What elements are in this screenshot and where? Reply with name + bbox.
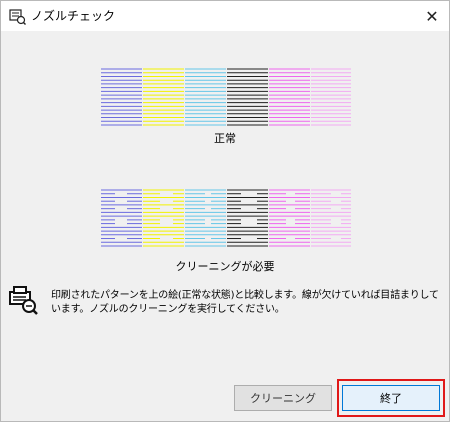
cleaning-button[interactable]: クリーニング — [234, 385, 332, 411]
instruction-text: 印刷されたパターンを上の絵(正常な状態)と比較します。線が欠けていれば目詰まりし… — [51, 290, 439, 315]
color-block-5 — [269, 68, 310, 126]
normal-caption: 正常 — [214, 132, 236, 145]
color-block-4 — [227, 189, 268, 247]
normal-pattern — [101, 68, 351, 126]
close-icon: ✕ — [425, 6, 439, 26]
title-bar: ノズルチェック ✕ — [1, 1, 449, 31]
printer-nozzle-check-icon — [9, 286, 38, 315]
close-button[interactable]: ✕ — [415, 1, 449, 31]
color-block-1 — [101, 68, 142, 126]
color-block-6 — [311, 189, 351, 247]
color-block-3 — [185, 68, 226, 126]
color-block-4 — [227, 68, 268, 126]
color-block-2 — [143, 68, 184, 126]
button-area: クリーニング 終了 — [1, 369, 449, 421]
color-block-2 — [143, 189, 184, 247]
clogged-pattern — [101, 189, 351, 247]
dialog-content: 正常 クリーニングが必要 印刷されたパターンを上の絵(正常な状態)と比較します。… — [1, 31, 449, 369]
color-block-6 — [311, 68, 351, 126]
nozzle-check-dialog: ノズルチェック ✕ 正常 クリーニングが必要 印刷されたパターンを上の絵(正常な… — [0, 0, 450, 422]
printer-app-icon — [9, 9, 26, 25]
color-block-3 — [185, 189, 226, 247]
window-title: ノズルチェック — [31, 9, 116, 23]
color-block-5 — [269, 189, 310, 247]
color-block-1 — [101, 189, 142, 247]
cleaning-needed-caption: クリーニングが必要 — [175, 260, 275, 273]
finish-button[interactable]: 終了 — [342, 385, 440, 411]
